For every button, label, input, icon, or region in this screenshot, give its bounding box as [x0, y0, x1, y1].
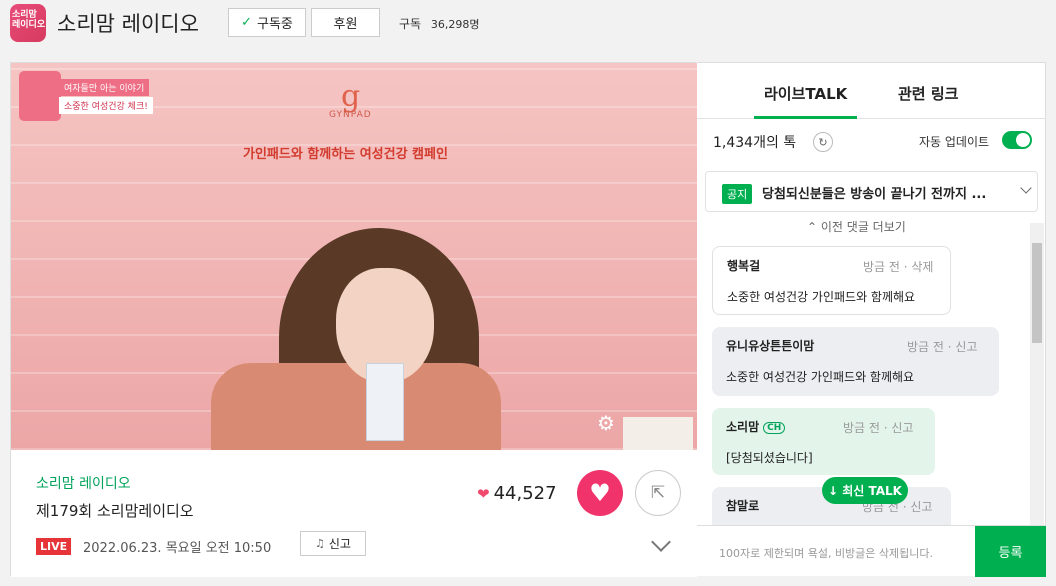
- refresh-icon[interactable]: ↻: [813, 132, 833, 152]
- channel-badge: CH: [763, 422, 786, 434]
- chat-message[interactable]: 행복걸 방금 전 · 삭제 소중한 여성건강 가인패드와 함께해요: [712, 246, 951, 315]
- notice-bar[interactable]: 공지 당첨되신분들은 방송이 끝나기 전까지 ...: [705, 171, 1038, 212]
- register-button[interactable]: 등록: [975, 526, 1046, 577]
- chat-panel: 라이브TALK 관련 링크 1,434개의 톡 ↻ 자동 업데이트 공지 당첨되…: [697, 62, 1046, 577]
- video-info: 소리맘 레이디오 제179회 소리맘레이디오 LIVE 2022.06.23. …: [11, 450, 697, 577]
- chat-text: 소중한 여성건강 가인패드와 함께해요: [727, 290, 916, 304]
- support-button[interactable]: 후원: [311, 8, 380, 37]
- auto-update-label: 자동 업데이트: [919, 135, 990, 149]
- subs-number: 36,298명: [430, 18, 480, 31]
- chat-author-name: 소리맘: [726, 420, 760, 434]
- video-logo: [19, 71, 61, 121]
- tab-live-talk[interactable]: 라이브TALK: [753, 83, 858, 119]
- chat-message[interactable]: 유니유상튼튼이맘 방금 전 · 신고 소중한 여성건강 가인패드와 함께해요: [712, 327, 999, 396]
- campaign-text: 가인패드와 함께하는 여성건강 캠페인: [243, 147, 448, 162]
- video-tag: 소중한 여성건강 체크!: [59, 97, 153, 114]
- channel-title[interactable]: 소리맘 레이디오: [57, 8, 199, 38]
- product-box: [366, 363, 404, 441]
- notice-tag: 공지: [722, 184, 753, 204]
- arrow-down-icon: ↓: [828, 483, 843, 498]
- chevron-down-icon[interactable]: [651, 532, 671, 552]
- top-bar: 소리맘 레이디오 소리맘 레이디오 ✓ 구독중 후원 구독 36,298명: [0, 0, 1056, 46]
- subscribe-label: 구독중: [257, 17, 293, 32]
- brand-name: GYNPAD: [329, 110, 372, 120]
- tab-related-links[interactable]: 관련 링크: [898, 83, 958, 104]
- gear-icon[interactable]: ⚙: [597, 411, 615, 435]
- video-tag: 여자들만 아는 이야기: [59, 79, 150, 96]
- notice-text: 당첨되신분들은 방송이 끝나기 전까지 ...: [762, 187, 987, 202]
- scrollbar-thumb[interactable]: [1032, 243, 1042, 343]
- host-body: [211, 363, 501, 450]
- like-button[interactable]: ♥: [577, 470, 623, 516]
- channel-logo[interactable]: 소리맘 레이디오: [10, 4, 46, 42]
- logo-text: 소리맘 레이디오: [12, 10, 46, 30]
- load-more-link[interactable]: ⌃ 이전 댓글 더보기: [807, 218, 906, 235]
- live-badge: LIVE: [36, 538, 72, 555]
- share-button[interactable]: ⇱: [635, 470, 681, 516]
- like-number: 44,527: [493, 483, 557, 504]
- brand-mark: g: [341, 79, 361, 114]
- chat-scrollbar[interactable]: [1030, 223, 1044, 525]
- like-count: ❤ 44,527: [477, 483, 557, 504]
- chat-meta[interactable]: 방금 전 · 신고: [907, 338, 977, 355]
- newest-talk-button[interactable]: ↓ 최신 TALK: [822, 477, 908, 504]
- heart-icon: ♥: [589, 479, 611, 507]
- newest-talk-label: 최신 TALK: [842, 484, 902, 498]
- chat-meta[interactable]: 방금 전 · 삭제: [863, 258, 933, 275]
- chevron-down-icon[interactable]: [1020, 182, 1032, 194]
- subscriber-count: 구독 36,298명: [399, 15, 480, 32]
- report-label: 신고: [328, 537, 351, 551]
- bell-icon: ♫: [315, 537, 325, 550]
- episode-title: 제179회 소리맘레이디오: [36, 502, 194, 520]
- report-button[interactable]: ♫ 신고: [300, 531, 366, 556]
- chat-input-bar: 100자로 제한되며 욕설, 비방글은 삭제됩니다. 등록: [697, 525, 1046, 577]
- channel-link[interactable]: 소리맘 레이디오: [36, 473, 131, 493]
- check-icon: ✓: [241, 15, 252, 30]
- chat-message[interactable]: 소리맘 CH 방금 전 · 신고 [당첨되셨습니다]: [712, 408, 935, 475]
- video-player[interactable]: 여자들만 아는 이야기 소중한 여성건강 체크! g GYNPAD 가인패드와 …: [11, 63, 697, 450]
- chevron-up-icon: ⌃: [807, 220, 818, 234]
- auto-update-toggle[interactable]: [1002, 131, 1032, 149]
- heart-icon: ❤: [477, 484, 490, 503]
- product-boxes: [623, 417, 693, 450]
- subscribe-button[interactable]: ✓ 구독중: [228, 8, 306, 37]
- player-area: 여자들만 아는 이야기 소중한 여성건강 체크! g GYNPAD 가인패드와 …: [10, 62, 697, 577]
- chat-text: 소중한 여성건강 가인패드와 함께해요: [726, 370, 915, 384]
- chat-tabs: 라이브TALK 관련 링크: [697, 63, 1046, 119]
- broadcast-date: 2022.06.23. 목요일 오전 10:50: [83, 541, 272, 556]
- subs-label: 구독: [399, 17, 422, 31]
- chat-input[interactable]: 100자로 제한되며 욕설, 비방글은 삭제됩니다.: [719, 545, 933, 561]
- load-more-label: 이전 댓글 더보기: [820, 220, 906, 234]
- chat-meta[interactable]: 방금 전 · 신고: [843, 419, 913, 436]
- share-icon: ⇱: [650, 483, 666, 503]
- chat-text: [당첨되셨습니다]: [726, 451, 813, 465]
- talk-count: 1,434개의 톡: [713, 135, 797, 151]
